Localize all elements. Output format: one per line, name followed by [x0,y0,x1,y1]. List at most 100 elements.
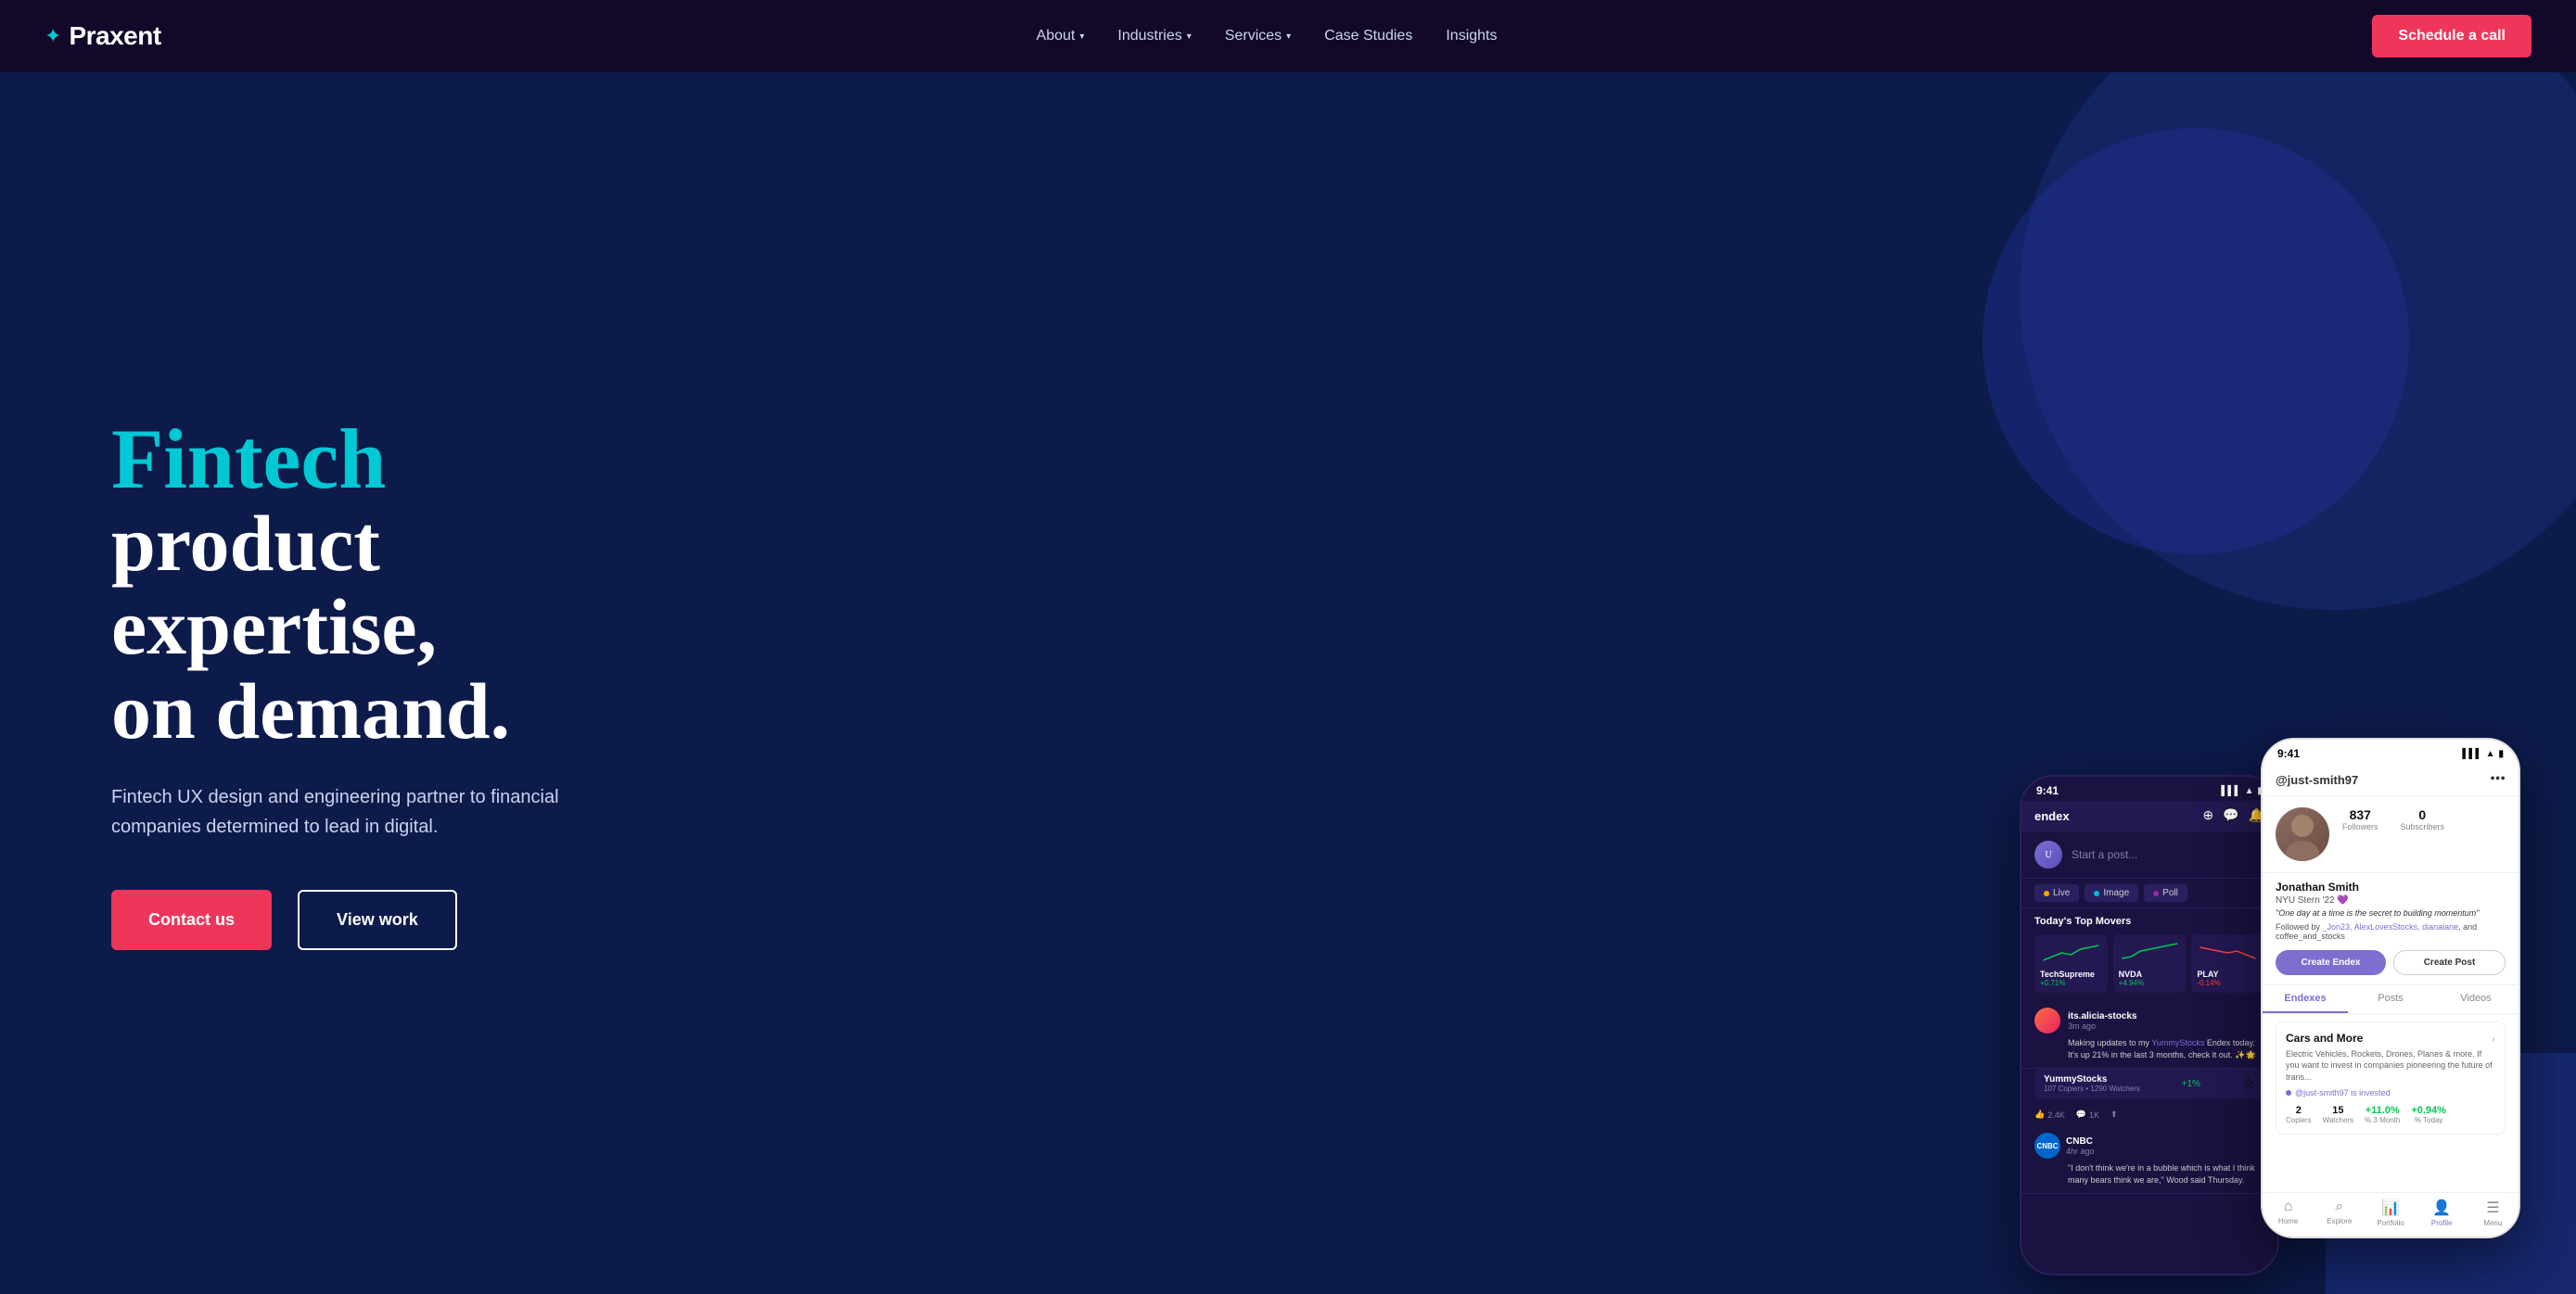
portfolio-icon: 📊 [2381,1199,2400,1217]
cnbc-avatar: CNBC [2034,1133,2060,1159]
start-post-prompt[interactable]: Start a post... [2072,848,2137,861]
logo[interactable]: ✦ Praxent [45,21,161,51]
cnbc-time: 4hr ago [2066,1147,2095,1156]
image-button[interactable]: Image [2085,884,2138,902]
home-icon: ⌂ [2284,1199,2293,1215]
nav-link-services[interactable]: Services ▾ [1225,28,1291,44]
chevron-down-icon: ▾ [1187,32,1192,42]
create-endex-button[interactable]: Create Endex [2276,950,2386,975]
cars-card-header: Cars and More › [2286,1032,2495,1046]
stock-row[interactable]: YummyStocks 107 Copiers • 1290 Watchers … [2034,1069,2264,1098]
subscribers-label: Subscribers [2401,822,2445,831]
cars-card-title: Cars and More [2286,1032,2363,1045]
endex-logo: endex [2034,809,2070,823]
share-icon[interactable]: ⬆ [2111,1110,2118,1120]
mover-change-1: +4.94% [2119,979,2181,987]
3month-label: % 3 Month [2365,1116,2400,1124]
view-work-button[interactable]: View work [298,890,457,950]
nav-link-case-studies[interactable]: Case Studies [1324,28,1412,44]
navbar-profile[interactable]: 👤 Profile [2417,1199,2468,1227]
profile-school: NYU Stern '22 💜 [2276,895,2506,906]
mover-change-0: +0.71% [2040,979,2102,987]
hero-subtext: Fintech UX design and engineering partne… [111,782,593,842]
headline-fintech: Fintech [111,412,386,506]
status-icons-back: ▌▌▌ ▲ ▮ [2221,786,2263,796]
tab-endexes[interactable]: Endexes [2263,985,2348,1013]
front-phone-header: @just-smith97 ••• [2263,764,2519,796]
search-icon: ⌕ [2335,1199,2343,1215]
mover-card-2[interactable]: PLAY -0.14% [2191,934,2264,993]
stock-name: YummyStocks [2044,1074,2140,1085]
mover-change-2: -0.14% [2197,979,2259,987]
feed-post-text: Making updates to my YummyStocks Endex t… [2068,1037,2264,1060]
navbar: ✦ Praxent About ▾ Industries ▾ Services … [0,0,2576,72]
phone-back: 9:41 ▌▌▌ ▲ ▮ endex ⊕ 💬 🔔 [2020,775,2279,1275]
feed-actions: 👍 2.4K 💬 1K ⬆ [2021,1104,2277,1125]
mover-card-0[interactable]: TechSupreme +0.71% [2034,934,2108,993]
card-stat-watchers: 15 Watchers [2323,1105,2354,1124]
nav-link-industries[interactable]: Industries ▾ [1117,28,1191,44]
mover-card-1[interactable]: NVDA +4.94% [2113,934,2187,993]
followers-stat: 837 Followers [2342,807,2378,831]
cars-card-desc: Electric Vehicles, Rockets, Drones, Plan… [2286,1048,2495,1084]
mover-name-1: NVDA [2119,970,2181,979]
navbar-menu[interactable]: ☰ Menu [2468,1199,2519,1227]
cnbc-name: CNBC [2066,1136,2095,1147]
battery-icon: ▮ [2498,749,2504,759]
comments-count[interactable]: 💬 1K [2076,1110,2099,1120]
subscribers-count: 0 [2401,807,2445,822]
create-post-area: U Start a post... [2021,831,2277,879]
phones-container: 9:41 ▌▌▌ ▲ ▮ endex ⊕ 💬 🔔 [2001,756,2520,1294]
navbar-home[interactable]: ⌂ Home [2263,1199,2314,1227]
chat-icon[interactable]: 💬 [2223,808,2238,824]
stock-details: 107 Copiers • 1290 Watchers [2044,1085,2140,1093]
card-stat-3month: +11.0% % 3 Month [2365,1105,2400,1124]
nav-item-case-studies[interactable]: Case Studies [1324,28,1412,44]
nav-item-services[interactable]: Services ▾ [1225,28,1291,44]
mover-chart-0 [2040,940,2102,966]
post-action-buttons: Live Image Poll [2021,879,2277,908]
more-options-icon[interactable]: ••• [2490,771,2506,788]
navbar-explore[interactable]: ⌕ Explore [2314,1199,2365,1227]
invested-badge: @just-smith97 is invested [2286,1088,2495,1097]
nav-link-about[interactable]: About ▾ [1037,28,1085,44]
tab-videos[interactable]: Videos [2433,985,2519,1013]
live-button[interactable]: Live [2034,884,2079,902]
profile-name: Jonathan Smith [2276,881,2506,894]
nav-item-industries[interactable]: Industries ▾ [1117,28,1191,44]
card-stat-copiers: 2 Copiers [2286,1105,2312,1124]
star-icon[interactable]: ☆ [2242,1074,2255,1093]
cars-card[interactable]: Cars and More › Electric Vehicles, Rocke… [2276,1021,2506,1135]
profile-avatar [2276,807,2329,861]
nav-link-insights[interactable]: Insights [1446,28,1497,44]
mover-name-0: TechSupreme [2040,970,2102,979]
navbar-portfolio[interactable]: 📊 Portfolio [2365,1199,2416,1227]
likes-count[interactable]: 👍 2.4K [2034,1110,2065,1120]
bg-circle-medium [1983,128,2409,554]
schedule-call-button[interactable]: Schedule a call [2372,15,2531,57]
profile-info: Jonathan Smith NYU Stern '22 💜 "One day … [2263,873,2519,941]
chart-svg-2 [2197,940,2259,966]
movers-grid: TechSupreme +0.71% NVDA +4.94% [2034,934,2264,993]
contact-us-button[interactable]: Contact us [111,890,272,950]
status-bar-front: 9:41 ▌▌▌ ▲ ▮ [2263,740,2519,764]
profile-stats: 837 Followers 0 Subscribers [2342,807,2444,831]
chart-svg-1 [2119,940,2181,966]
nav-item-about[interactable]: About ▾ [1037,28,1085,44]
feed-post: its.alicia-stocks 3m ago Making updates … [2021,1000,2277,1069]
create-post-button[interactable]: Create Post [2393,950,2506,975]
phone-back-content: 9:41 ▌▌▌ ▲ ▮ endex ⊕ 💬 🔔 [2021,777,2277,1274]
hero-content: Fintech product expertise,on demand. Fin… [0,416,705,950]
mover-chart-1 [2119,940,2181,966]
card-stats-row: 2 Copiers 15 Watchers +11.0% % 3 Month +… [2286,1105,2495,1124]
chevron-down-icon: ▾ [1079,32,1084,42]
chevron-down-icon: ▾ [1286,32,1291,42]
top-movers-title: Today's Top Movers [2034,916,2264,927]
tab-posts[interactable]: Posts [2348,985,2433,1013]
chart-svg-0 [2040,940,2102,966]
copiers-num: 2 [2286,1105,2312,1116]
add-icon[interactable]: ⊕ [2202,808,2213,824]
nav-item-insights[interactable]: Insights [1446,28,1497,44]
followed-highlight: _Jon23, AlexLovesStocks, dianalane [2323,922,2459,932]
poll-button[interactable]: Poll [2144,884,2187,902]
